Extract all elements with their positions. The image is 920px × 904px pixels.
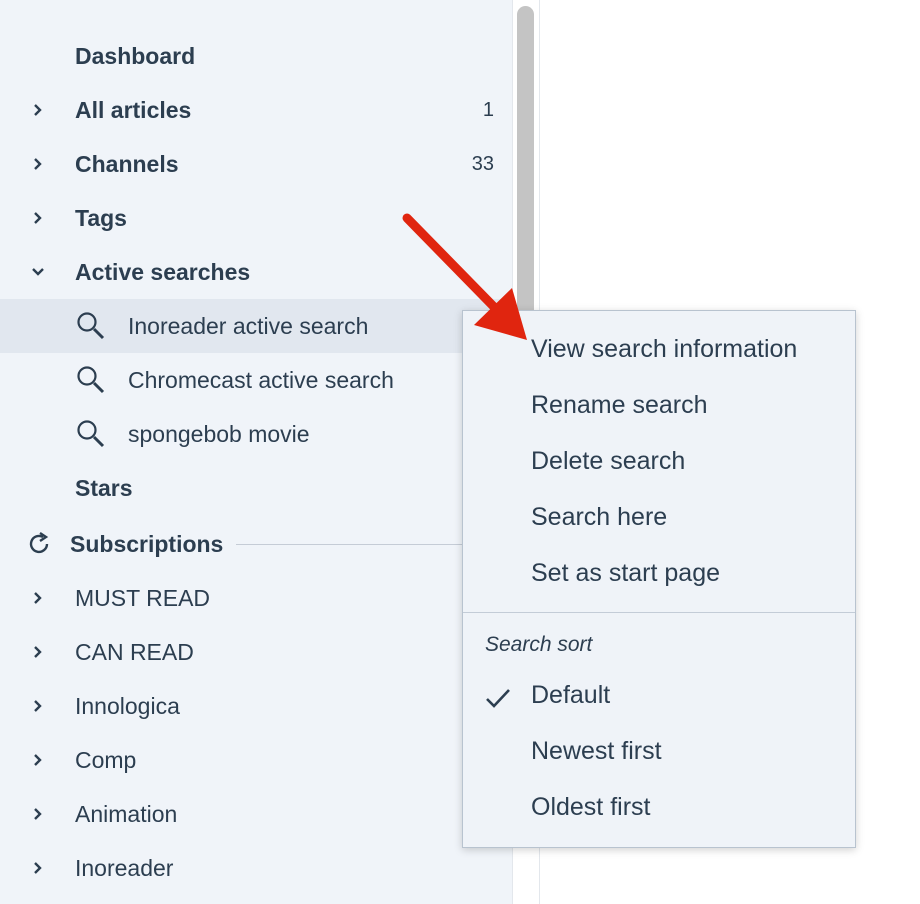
folder-item[interactable]: Comp (0, 733, 512, 787)
chevron-right-icon[interactable] (30, 752, 46, 768)
chevron-down-icon[interactable] (30, 264, 46, 280)
menu-item-search-here[interactable]: Search here (531, 503, 667, 532)
sort-option-newest-first[interactable]: Newest first (531, 737, 662, 766)
chevron-right-icon[interactable] (30, 644, 46, 660)
folder-item[interactable]: MUST READ (0, 571, 512, 625)
chevron-right-icon[interactable] (30, 698, 46, 714)
search-item-spongebob[interactable]: spongebob movie (0, 407, 512, 461)
sidebar-item-stars[interactable]: Stars (0, 461, 512, 515)
sidebar-item-active-searches[interactable]: Active searches (0, 245, 512, 299)
chevron-right-icon[interactable] (30, 806, 46, 822)
checkmark-icon (485, 687, 511, 709)
sidebar-item-label: Dashboard (75, 42, 196, 69)
sidebar-item-label: Tags (75, 204, 127, 231)
chevron-right-icon[interactable] (30, 590, 46, 606)
sidebar-item-all-articles[interactable]: All articles 1 (0, 83, 512, 137)
folder-item[interactable]: Inoreader (0, 841, 512, 895)
menu-item-rename-search[interactable]: Rename search (531, 391, 707, 420)
refresh-icon[interactable] (26, 531, 52, 557)
chevron-right-icon[interactable] (30, 210, 46, 226)
search-item-label: spongebob movie (128, 420, 310, 447)
subscriptions-header: Subscriptions (0, 517, 512, 571)
unread-count: 1 (482, 98, 494, 121)
context-menu: View search information Rename search De… (462, 310, 856, 848)
folder-item[interactable]: Innologica (0, 679, 512, 733)
unread-count: 33 (471, 152, 494, 175)
menu-item-set-as-start-page[interactable]: Set as start page (531, 559, 720, 588)
chevron-right-icon[interactable] (30, 102, 46, 118)
sidebar-item-label: Active searches (75, 258, 251, 285)
search-item-label: Inoreader active search (128, 312, 369, 339)
sidebar-item-label: Stars (75, 474, 133, 501)
folder-label: MUST READ (75, 584, 211, 611)
sidebar: Dashboard All articles 1 Channels 33 Tag… (0, 0, 512, 904)
sidebar-item-label: Channels (75, 150, 179, 177)
sidebar-item-tags[interactable]: Tags (0, 191, 512, 245)
menu-divider (463, 612, 855, 613)
folder-label: Innologica (75, 692, 180, 719)
search-icon (76, 311, 106, 341)
folder-label: Comp (75, 746, 137, 773)
menu-item-delete-search[interactable]: Delete search (531, 447, 685, 476)
menu-item-view-search-information[interactable]: View search information (531, 335, 797, 364)
sort-option-default[interactable]: Default (531, 681, 610, 710)
chevron-right-icon[interactable] (30, 156, 46, 172)
sidebar-item-channels[interactable]: Channels 33 (0, 137, 512, 191)
search-item-chromecast[interactable]: Chromecast active search (0, 353, 512, 407)
menu-section-title: Search sort (485, 633, 593, 656)
sort-option-oldest-first[interactable]: Oldest first (531, 793, 650, 822)
search-item-label: Chromecast active search (128, 366, 394, 393)
folder-label: Animation (75, 800, 178, 827)
folder-label: CAN READ (75, 638, 194, 665)
folder-item[interactable]: Animation (0, 787, 512, 841)
subscriptions-label: Subscriptions (70, 530, 224, 557)
search-icon (76, 419, 106, 449)
scrollbar-thumb[interactable] (517, 6, 534, 336)
folder-label: Inoreader (75, 854, 174, 881)
sidebar-item-label: All articles (75, 96, 192, 123)
search-item-inoreader[interactable]: Inoreader active search (0, 299, 512, 353)
search-icon (76, 365, 106, 395)
chevron-right-icon[interactable] (30, 860, 46, 876)
folder-item[interactable]: CAN READ (0, 625, 512, 679)
sidebar-item-dashboard[interactable]: Dashboard (0, 29, 512, 83)
